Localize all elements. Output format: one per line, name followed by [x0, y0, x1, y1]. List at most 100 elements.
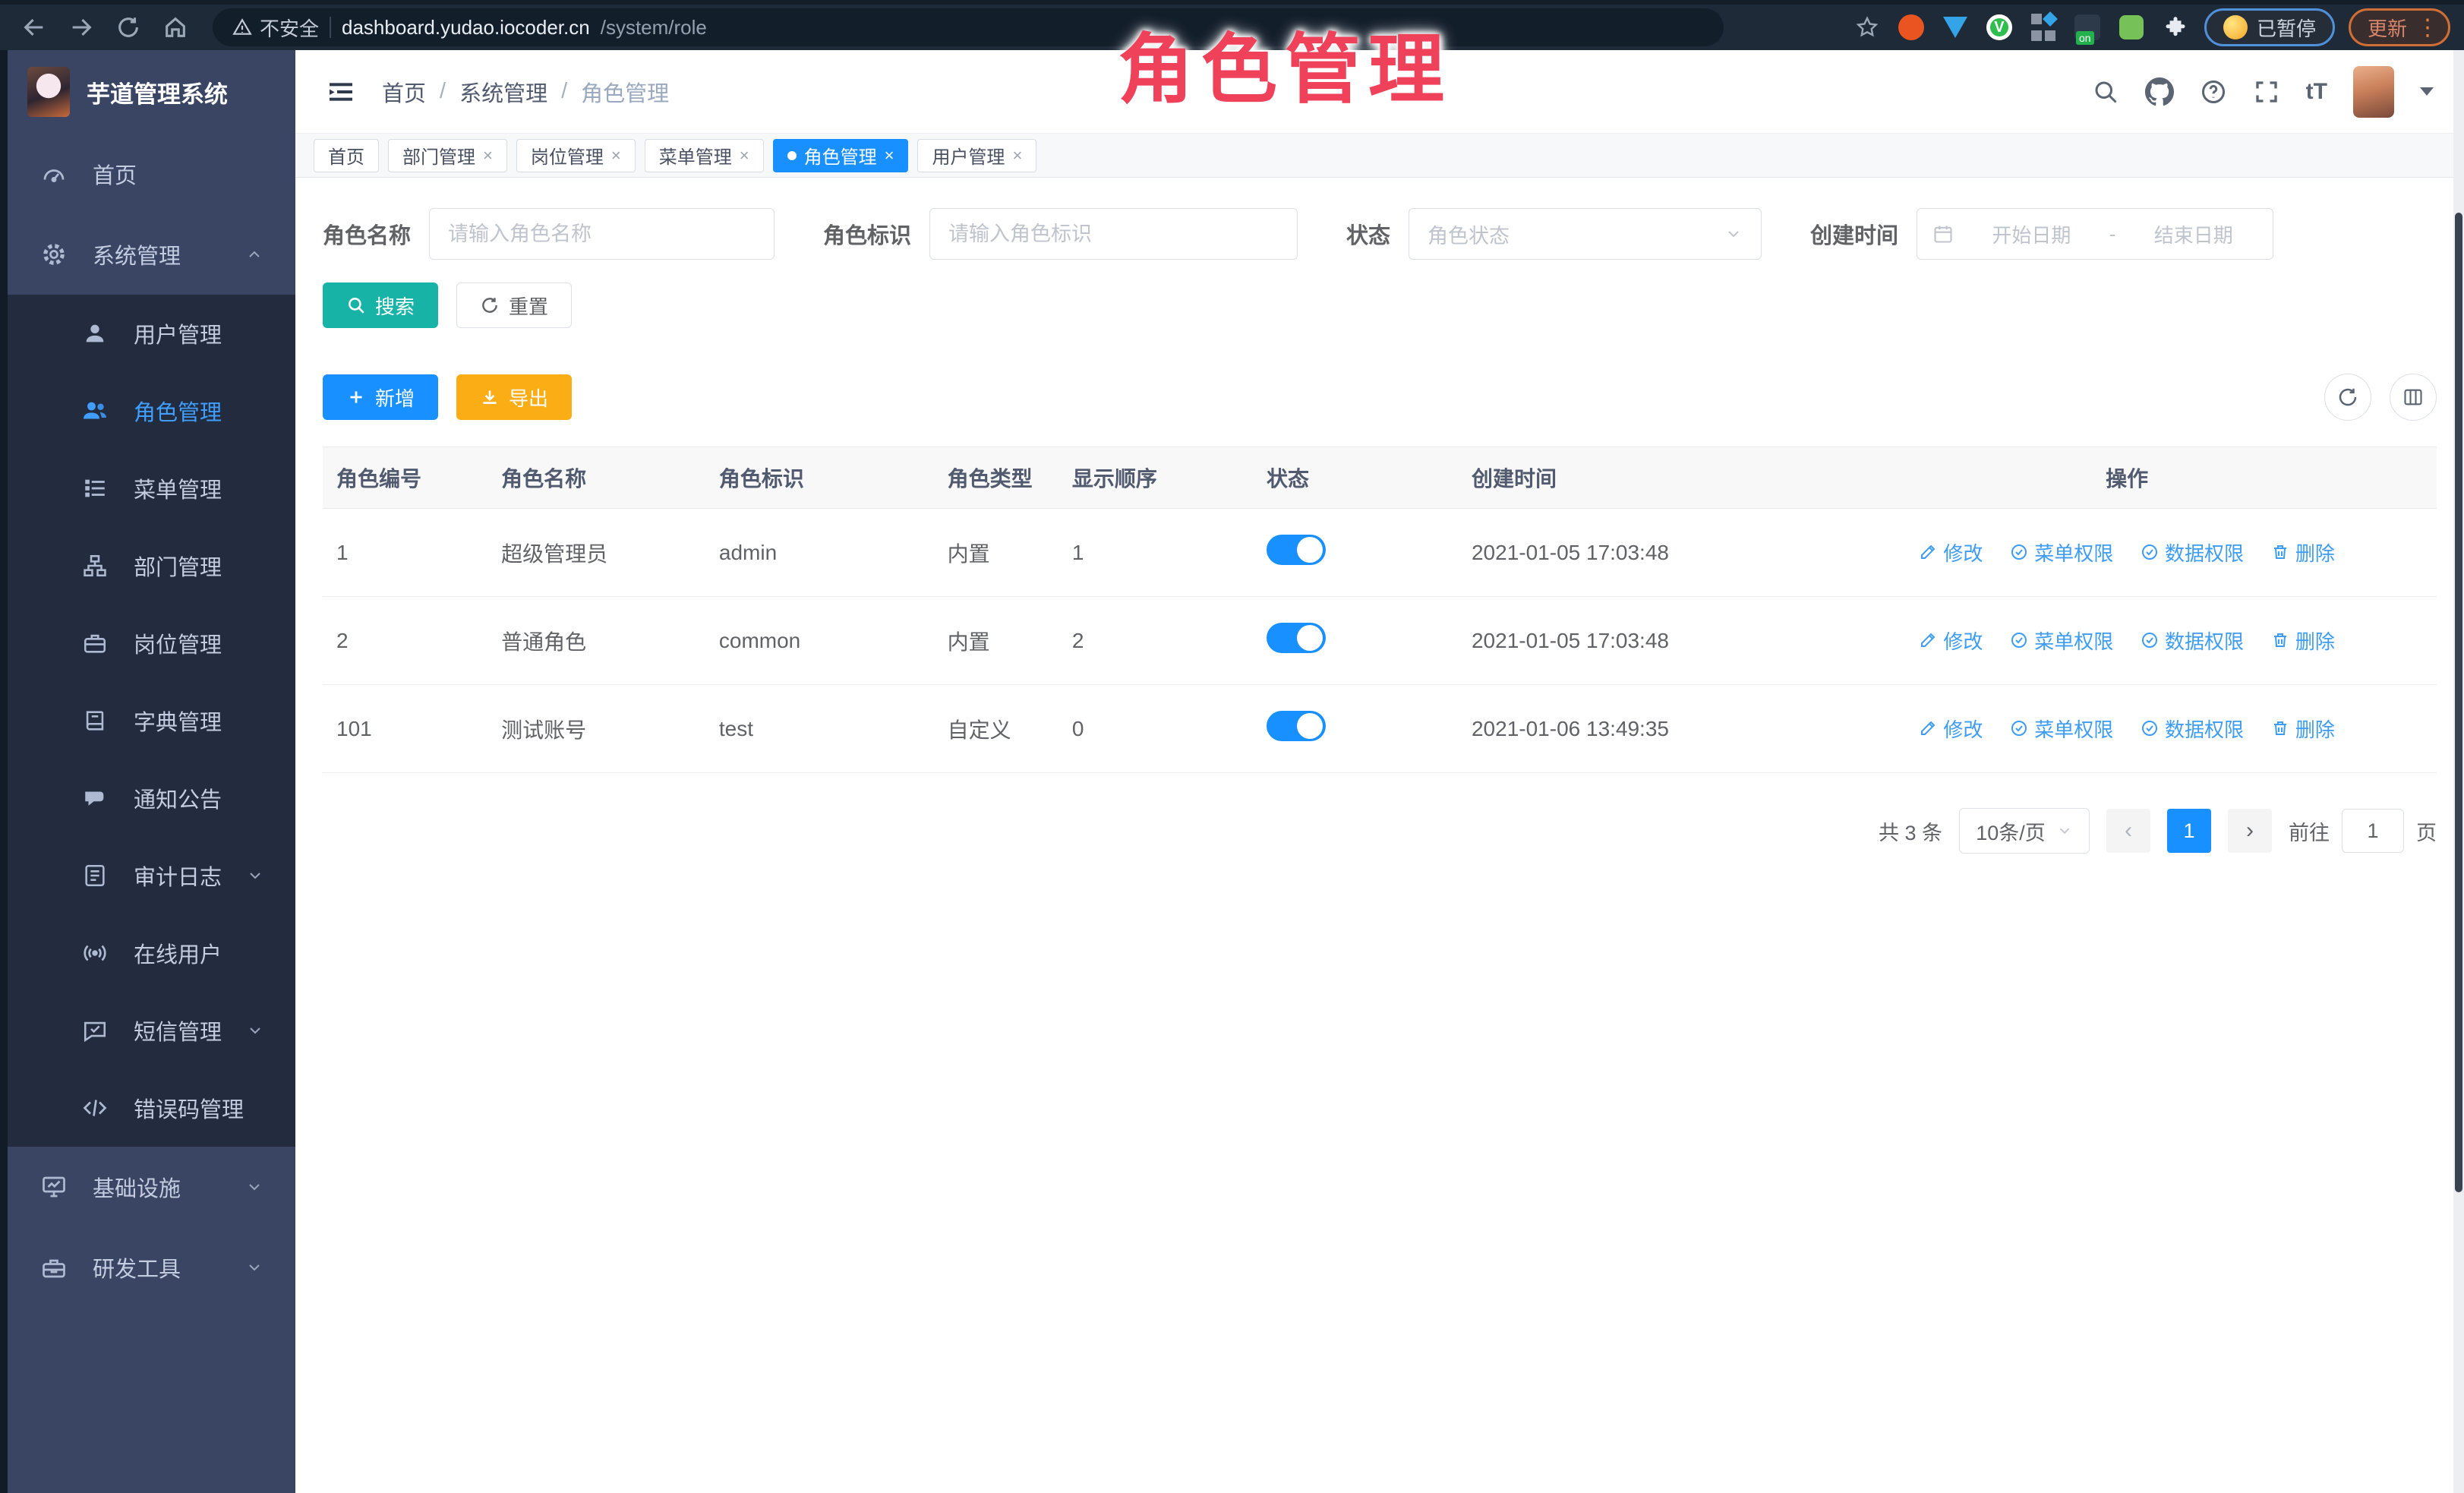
next-page-button[interactable]: ›: [2228, 809, 2272, 853]
browser-back-button[interactable]: [14, 7, 55, 48]
tab-departments[interactable]: 部门管理×: [388, 139, 507, 172]
extension-gem-icon[interactable]: [1940, 12, 1970, 43]
page-number-1[interactable]: 1: [2167, 809, 2211, 853]
data-permission-link[interactable]: 数据权限: [2141, 538, 2244, 567]
scrollbar[interactable]: [2453, 50, 2464, 1493]
delete-link[interactable]: 删除: [2271, 715, 2335, 743]
cell-role-name: 普通角色: [487, 597, 705, 685]
delete-link[interactable]: 删除: [2271, 538, 2335, 567]
tab-home[interactable]: 首页: [314, 139, 379, 172]
delete-link[interactable]: 删除: [2271, 627, 2335, 655]
tab-users[interactable]: 用户管理×: [917, 139, 1036, 172]
browser-home-button[interactable]: [155, 7, 196, 48]
update-badge[interactable]: 更新 ⋮: [2349, 8, 2450, 46]
scrollbar-thumb[interactable]: [2455, 213, 2462, 1192]
menu-permission-link[interactable]: 菜单权限: [2010, 538, 2113, 567]
data-permission-link[interactable]: 数据权限: [2141, 627, 2244, 655]
cell-role-type: 自定义: [934, 685, 1058, 773]
column-header-role-key: 角色标识: [705, 447, 934, 509]
add-button[interactable]: 新增: [323, 374, 438, 420]
extension-on-icon[interactable]: on: [2072, 12, 2103, 43]
address-bar[interactable]: 不安全 dashboard.yudao.iocoder.cn/system/ro…: [213, 8, 1724, 46]
sidebar-item-audit-log[interactable]: 审计日志: [8, 837, 295, 914]
close-icon[interactable]: ×: [740, 147, 749, 164]
download-icon: [480, 387, 500, 407]
sidebar-item-system[interactable]: 系统管理: [8, 214, 295, 295]
reset-button[interactable]: 重置: [456, 283, 572, 328]
columns-icon: [2402, 387, 2424, 408]
goto-page-input[interactable]: [2342, 809, 2404, 853]
chevron-down-icon[interactable]: [2420, 87, 2434, 96]
sidebar-item-dev-tools[interactable]: 研发工具: [8, 1227, 295, 1308]
extensions-puzzle-icon[interactable]: [2160, 12, 2191, 43]
edit-link[interactable]: 修改: [1919, 538, 1983, 567]
edit-link[interactable]: 修改: [1919, 627, 1983, 655]
cell-role-id: 2: [323, 597, 487, 685]
paused-badge[interactable]: 已暂停: [2204, 8, 2335, 46]
browser-forward-button[interactable]: [61, 7, 102, 48]
sidebar-item-departments[interactable]: 部门管理: [8, 527, 295, 604]
sidebar-item-infrastructure[interactable]: 基础设施: [8, 1147, 295, 1227]
status-toggle[interactable]: [1267, 711, 1326, 741]
tab-roles[interactable]: 角色管理×: [773, 139, 909, 172]
sidebar-item-menus[interactable]: 菜单管理: [8, 450, 295, 527]
prev-page-button[interactable]: ‹: [2106, 809, 2150, 853]
avatar[interactable]: [2353, 66, 2394, 118]
date-end-placeholder[interactable]: 结束日期: [2129, 220, 2257, 248]
search-button[interactable]: 搜索: [323, 283, 438, 328]
export-button[interactable]: 导出: [456, 374, 572, 420]
sidebar-item-error-code[interactable]: 错误码管理: [8, 1069, 295, 1147]
close-icon[interactable]: ×: [611, 147, 621, 164]
sidebar-item-notice[interactable]: 通知公告: [8, 759, 295, 837]
page-size-select[interactable]: 10条/页: [1959, 808, 2090, 854]
sidebar-item-posts[interactable]: 岗位管理: [8, 604, 295, 682]
extension-grid-icon[interactable]: [2028, 12, 2059, 43]
menu-permission-link[interactable]: 菜单权限: [2010, 627, 2113, 655]
data-permission-link[interactable]: 数据权限: [2141, 715, 2244, 743]
status-toggle[interactable]: [1267, 535, 1326, 565]
hamburger-icon[interactable]: [326, 77, 356, 107]
extension-orange-icon[interactable]: [1896, 12, 1926, 43]
sidebar-item-roles[interactable]: 角色管理: [8, 372, 295, 450]
role-name-input[interactable]: [429, 208, 775, 260]
chevron-down-icon: [245, 1178, 263, 1196]
column-settings-button[interactable]: [2390, 374, 2437, 421]
fullscreen-icon[interactable]: [2253, 78, 2280, 106]
extension-robot-icon[interactable]: [2116, 12, 2147, 43]
list-icon: [80, 475, 109, 501]
date-start-placeholder[interactable]: 开始日期: [1967, 220, 2096, 248]
search-icon[interactable]: [2092, 78, 2119, 106]
status-select[interactable]: 角色状态: [1409, 208, 1762, 260]
delete-label: 删除: [2295, 538, 2335, 567]
bookmark-star-icon[interactable]: [1852, 12, 1882, 43]
extension-green-v-icon[interactable]: V: [1984, 12, 2014, 43]
tab-posts[interactable]: 岗位管理×: [516, 139, 636, 172]
sidebar-item-home[interactable]: 首页: [8, 134, 295, 214]
github-icon[interactable]: [2145, 77, 2174, 106]
delete-label: 删除: [2295, 715, 2335, 743]
edit-link[interactable]: 修改: [1919, 715, 1983, 743]
toolbox-icon: [39, 1254, 68, 1281]
tab-menus[interactable]: 菜单管理×: [645, 139, 764, 172]
sidebar-item-online-users[interactable]: 在线用户: [8, 914, 295, 992]
browser-menu-icon[interactable]: ⋮: [2416, 14, 2431, 41]
date-range-picker[interactable]: 开始日期 - 结束日期: [1917, 208, 2273, 260]
close-icon[interactable]: ×: [885, 147, 894, 164]
sidebar-item-users[interactable]: 用户管理: [8, 295, 295, 372]
menu-permission-link[interactable]: 菜单权限: [2010, 715, 2113, 743]
page-content: 角色名称 角色标识 状态 角色状态 创建时间 开始日期 - 结束日期: [295, 178, 2464, 1493]
security-warning[interactable]: 不安全: [232, 14, 319, 42]
browser-reload-button[interactable]: [108, 7, 149, 48]
sidebar-item-dict[interactable]: 字典管理: [8, 682, 295, 759]
sidebar-logo[interactable]: 芋道管理系统: [8, 50, 295, 134]
role-key-input[interactable]: [929, 208, 1298, 260]
close-icon[interactable]: ×: [483, 147, 493, 164]
close-icon[interactable]: ×: [1012, 147, 1022, 164]
breadcrumb-home[interactable]: 首页: [382, 76, 426, 108]
sidebar-item-sms[interactable]: 短信管理: [8, 992, 295, 1069]
breadcrumb-system[interactable]: 系统管理: [459, 76, 547, 108]
font-size-icon[interactable]: tT: [2306, 79, 2327, 105]
refresh-table-button[interactable]: [2324, 374, 2371, 421]
status-toggle[interactable]: [1267, 623, 1326, 653]
help-icon[interactable]: [2200, 78, 2227, 106]
